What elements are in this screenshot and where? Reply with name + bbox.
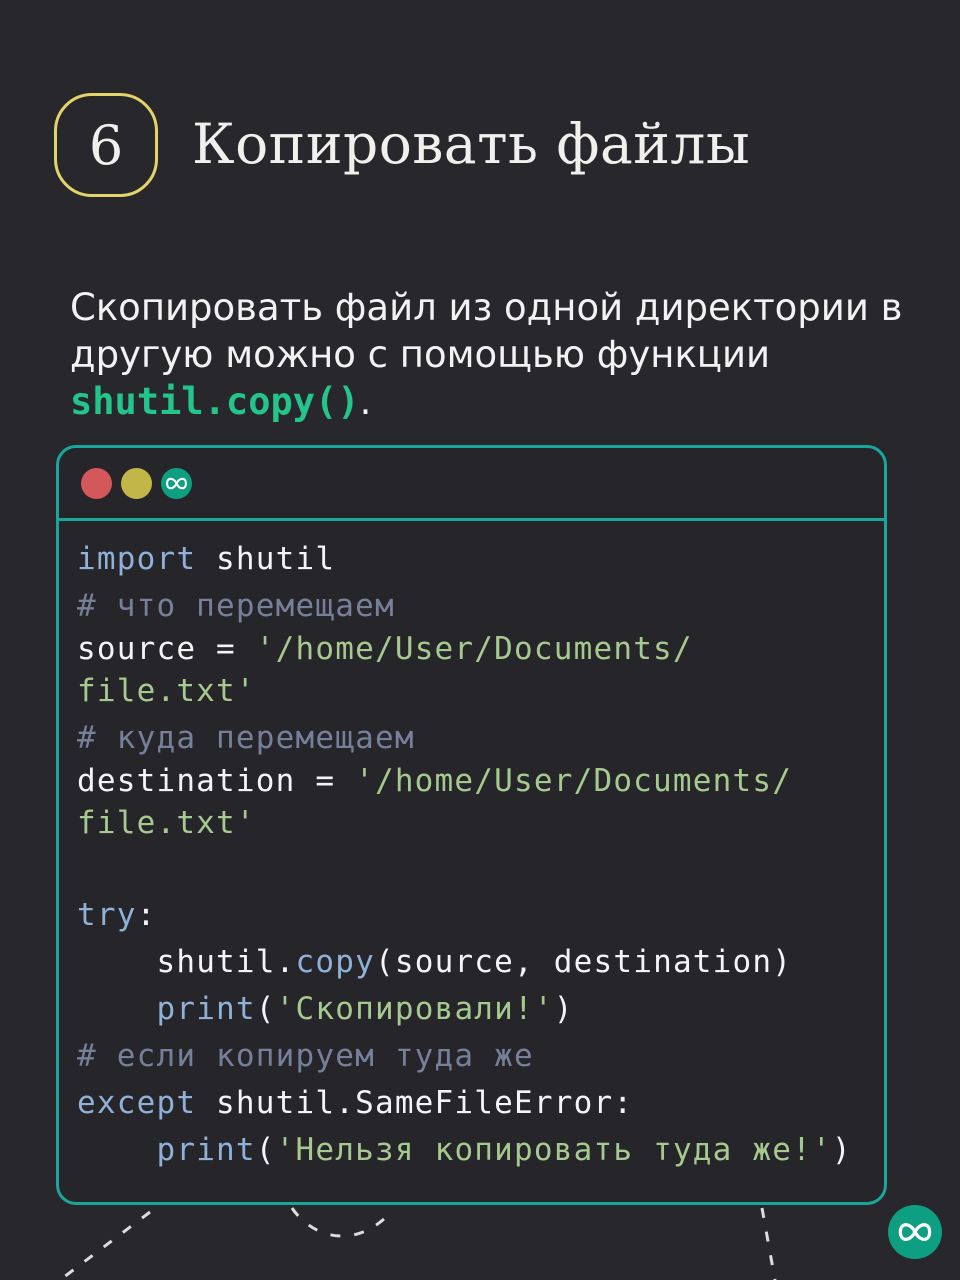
code-window: import shutil # что перемещаем source = … <box>56 445 887 1205</box>
code-text: shutil. <box>156 944 296 980</box>
code-text: source = <box>77 631 256 667</box>
page-title: Копировать файлы <box>192 112 751 176</box>
intro-text-end: . <box>359 380 372 423</box>
code-keyword: try <box>77 897 137 933</box>
code-line-4: file.txt' <box>77 668 852 715</box>
infinity-loop-icon <box>161 468 192 499</box>
code-function: copy <box>295 944 375 980</box>
code-text: ( <box>255 991 276 1027</box>
code-string: 'Скопировали!' <box>275 991 554 1027</box>
code-text: : <box>136 897 157 933</box>
code-comment: # куда перемещаем <box>77 720 415 756</box>
code-text: shutil <box>196 541 336 577</box>
code-string: '/home/User/Documents/ <box>355 763 793 799</box>
step-number-badge: 6 <box>54 93 158 197</box>
code-block: import shutil # что перемещаем source = … <box>77 536 852 1174</box>
code-text: ) <box>831 1132 852 1168</box>
code-line-9: try: <box>77 892 852 939</box>
code-line-3: source = '/home/User/Documents/ <box>77 630 852 668</box>
code-line-1: import shutil <box>77 536 852 583</box>
code-text: (source, destination) <box>374 944 793 980</box>
code-line-10: shutil.copy(source, destination) <box>77 939 852 986</box>
intro-paragraph: Скопировать файл из одной директории в д… <box>70 284 930 425</box>
code-text: destination = <box>77 763 356 799</box>
code-text: shutil.SameFileError: <box>196 1085 634 1121</box>
close-dot-icon <box>81 468 112 499</box>
code-function: print <box>156 1132 256 1168</box>
code-text: ( <box>255 1132 276 1168</box>
step-number: 6 <box>88 113 124 177</box>
code-string: '/home/User/Documents/ <box>255 631 693 667</box>
minimize-dot-icon <box>121 468 152 499</box>
code-string: 'Нельзя копировать туда же!' <box>275 1132 832 1168</box>
code-line-14: print('Нельзя копировать туда же!') <box>77 1127 852 1174</box>
code-string: file.txt' <box>77 673 256 709</box>
code-string: file.txt' <box>77 805 256 841</box>
code-comment: # что перемещаем <box>77 588 395 624</box>
code-keyword: import <box>77 541 197 577</box>
code-line-11: print('Скопировали!') <box>77 986 852 1033</box>
intro-function-name: shutil.copy() <box>70 380 360 423</box>
code-line-7: file.txt' <box>77 800 852 847</box>
brand-logo-icon <box>888 1205 942 1259</box>
code-text: ) <box>553 991 574 1027</box>
dashed-path-decoration <box>59 1207 777 1280</box>
code-keyword: except <box>77 1085 197 1121</box>
code-function: print <box>156 991 256 1027</box>
code-line-13: except shutil.SameFileError: <box>77 1080 852 1127</box>
code-comment: # если копируем туда же <box>77 1038 534 1074</box>
window-title-bar <box>59 448 884 521</box>
code-line-6: destination = '/home/User/Documents/ <box>77 762 852 800</box>
intro-text: Скопировать файл из одной директории в д… <box>70 286 903 376</box>
